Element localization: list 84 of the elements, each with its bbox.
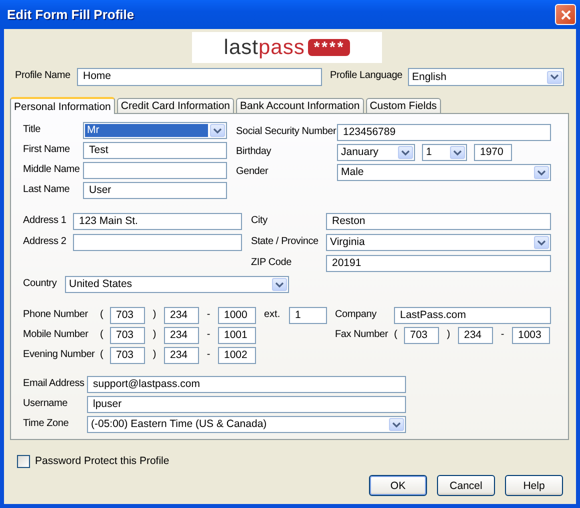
text-field[interactable]: LastPass.com — [394, 307, 551, 324]
phone-separator: - — [206, 348, 212, 362]
phone-separator: - — [500, 328, 506, 342]
text-field[interactable]: 1001 — [218, 327, 256, 344]
field-label: Address 1 — [23, 214, 68, 228]
field-label: Phone Number — [23, 308, 89, 322]
close-button[interactable] — [555, 4, 576, 25]
checkbox-label: Password Protect this Profile — [35, 455, 170, 467]
text-field[interactable]: 1000 — [218, 307, 256, 324]
text-field[interactable]: 20191 — [326, 255, 551, 272]
dropdown[interactable]: Virginia — [326, 234, 551, 251]
phone-separator: ( — [100, 348, 104, 362]
text-field[interactable]: 234 — [164, 347, 199, 364]
field-label: Evening Number — [23, 348, 96, 362]
text-field[interactable]: 123456789 — [337, 124, 551, 141]
tab[interactable]: Credit Card Information — [116, 98, 234, 113]
field-label: State / Province — [251, 235, 320, 249]
text-field[interactable]: 703 — [110, 327, 145, 344]
text-field[interactable]: 703 — [404, 327, 439, 344]
field-label: City — [251, 214, 268, 228]
field-label: Birthday — [236, 145, 272, 159]
dialog-button[interactable]: OK — [369, 475, 427, 496]
text-field[interactable]: Test — [83, 142, 227, 159]
field-label: Company — [335, 308, 378, 322]
window-title: Edit Form Fill Profile — [7, 7, 134, 22]
text-field[interactable]: lpuser — [87, 396, 406, 413]
dropdown[interactable]: January — [337, 144, 415, 161]
text-field[interactable]: Home — [77, 68, 322, 86]
dialog-button[interactable]: Help — [505, 475, 563, 496]
text-field[interactable] — [73, 234, 242, 251]
field-label: Gender — [236, 165, 270, 179]
field-label: Email Address — [23, 377, 86, 391]
text-field[interactable]: 703 — [110, 347, 145, 364]
field-label: Mobile Number — [23, 328, 90, 342]
field-label: Title — [23, 123, 42, 137]
field-label: Country — [23, 277, 58, 291]
dialog-button[interactable]: Cancel — [437, 475, 495, 496]
field-label: Middle Name — [23, 163, 81, 177]
phone-separator: ) — [152, 308, 158, 322]
text-field[interactable]: support@lastpass.com — [87, 376, 406, 393]
phone-separator: ( — [394, 328, 398, 342]
text-field[interactable]: 1002 — [218, 347, 256, 364]
phone-separator: - — [206, 308, 212, 322]
text-field[interactable]: 234 — [164, 327, 199, 344]
phone-separator: ) — [152, 328, 158, 342]
text-field[interactable]: 703 — [110, 307, 145, 324]
text-field[interactable]: 234 — [164, 307, 199, 324]
phone-separator: - — [206, 328, 212, 342]
phone-separator: ) — [152, 348, 158, 362]
field-label: First Name — [23, 143, 71, 157]
phone-separator: ( — [100, 328, 104, 342]
dropdown[interactable]: Mr — [83, 122, 227, 139]
field-label: ZIP Code — [251, 256, 292, 270]
field-label: Last Name — [23, 183, 71, 197]
dropdown[interactable]: Male — [337, 164, 551, 181]
phone-separator: ) — [446, 328, 452, 342]
dropdown[interactable]: English — [408, 68, 564, 86]
field-label: Profile Name — [15, 69, 72, 83]
text-field[interactable]: 123 Main St. — [73, 213, 242, 230]
tab[interactable]: Personal Information — [10, 97, 115, 114]
dropdown[interactable]: 1 — [422, 144, 467, 161]
text-field[interactable]: 1970 — [474, 144, 512, 161]
field-label: Fax Number — [335, 328, 390, 342]
phone-separator: ( — [100, 308, 104, 322]
text-field[interactable]: Reston — [326, 213, 551, 230]
text-field[interactable] — [83, 162, 227, 179]
field-label: Profile Language — [330, 69, 404, 83]
text-field[interactable]: 234 — [458, 327, 493, 344]
close-icon — [560, 10, 570, 20]
field-label: ext. — [264, 308, 282, 322]
text-field[interactable]: 1 — [289, 307, 327, 324]
tab[interactable]: Bank Account Information — [236, 98, 364, 113]
checkbox[interactable] — [17, 454, 30, 468]
field-label: Address 2 — [23, 235, 68, 249]
field-label: Username — [23, 397, 69, 411]
field-label: Social Security Number — [236, 125, 337, 139]
text-field[interactable]: 1003 — [512, 327, 550, 344]
dropdown[interactable]: United States — [65, 276, 289, 293]
dropdown[interactable]: (-05:00) Eastern Time (US & Canada) — [87, 416, 406, 433]
logo-wordmark: lastpass — [224, 36, 305, 60]
text-field[interactable]: User — [83, 182, 227, 199]
field-label: Time Zone — [23, 417, 70, 431]
tab[interactable]: Custom Fields — [366, 98, 441, 113]
logo-badge: **** — [308, 39, 350, 56]
